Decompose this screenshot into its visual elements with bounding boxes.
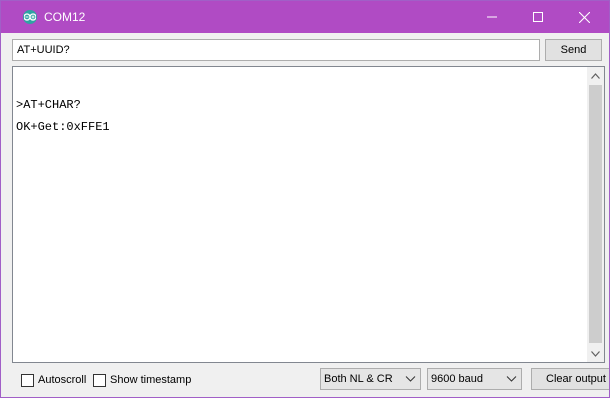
maximize-icon [533,12,543,22]
checkbox-box[interactable] [21,373,34,387]
minimize-icon [487,16,497,18]
close-button[interactable] [561,1,607,33]
chevron-up-icon [591,72,600,79]
scrollbar-thumb[interactable] [589,85,602,343]
chevron-down-icon [591,350,600,357]
close-icon [578,11,590,23]
output-line: OK+Get:0xFFE1 [16,120,110,134]
chevron-down-icon [506,376,517,382]
baud-rate-select[interactable]: 9600 baud [427,368,522,390]
serial-output[interactable]: >AT+CHAR? OK+Get:0xFFE1 [12,66,605,363]
bottom-bar: Autoscroll Show timestamp Both NL & CR 9… [1,363,609,397]
show-timestamp-label: Show timestamp [110,374,192,386]
checkbox-box[interactable] [93,373,106,387]
autoscroll-checkbox[interactable]: Autoscroll [21,373,86,387]
serial-monitor-window: COM12 Send >AT+CHAR? OK+Get:0xFFE1 [0,0,610,398]
chevron-down-icon [405,376,416,382]
title-bar[interactable]: COM12 [1,1,609,33]
vertical-scrollbar[interactable] [587,67,604,362]
autoscroll-label: Autoscroll [38,374,87,386]
window-title: COM12 [44,10,86,24]
send-row: Send [1,33,609,65]
send-input[interactable] [12,39,540,61]
arduino-icon [23,10,37,24]
output-line: >AT+CHAR? [16,98,81,112]
baud-rate-value: 9600 baud [431,373,483,385]
clear-output-button[interactable]: Clear output [531,368,609,390]
scroll-up-button[interactable] [587,67,604,84]
show-timestamp-checkbox[interactable]: Show timestamp [93,373,191,387]
output-text: >AT+CHAR? OK+Get:0xFFE1 [16,94,110,138]
send-button[interactable]: Send [545,39,602,61]
line-ending-value: Both NL & CR [324,373,393,385]
line-ending-select[interactable]: Both NL & CR [320,368,421,390]
scroll-down-button[interactable] [587,345,604,362]
maximize-button[interactable] [515,1,561,33]
minimize-button[interactable] [469,1,515,33]
